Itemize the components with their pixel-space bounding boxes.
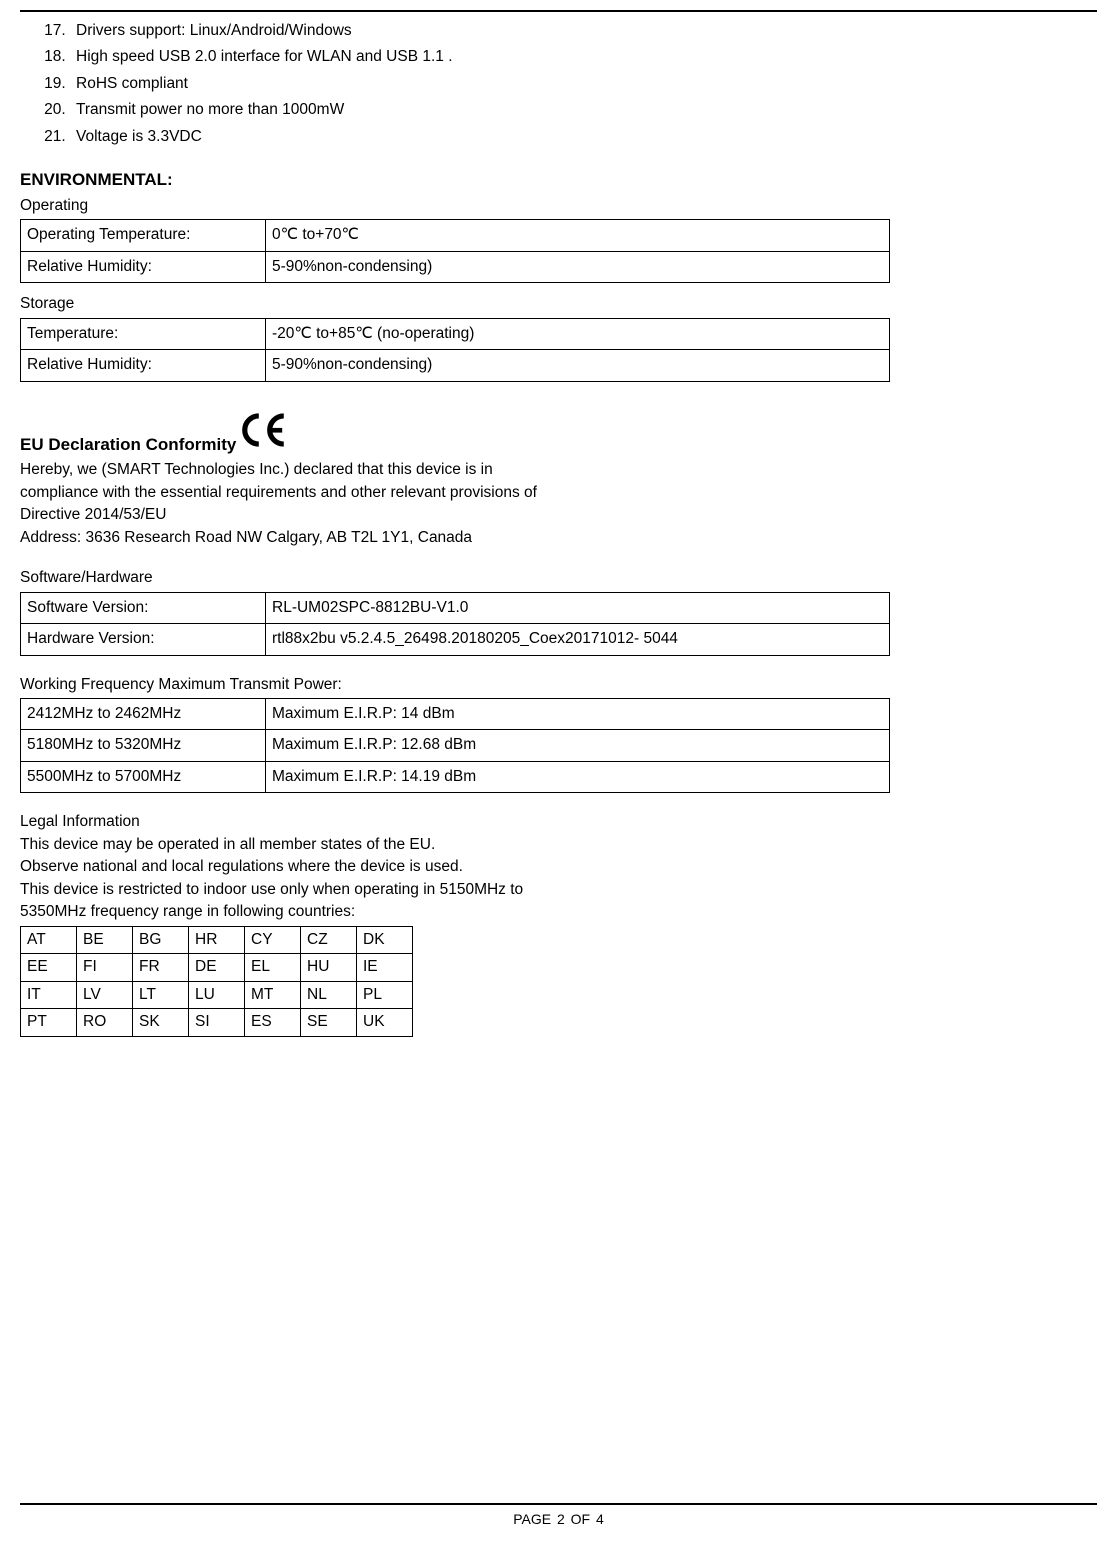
country-cell: IT: [21, 981, 77, 1008]
eu-heading-row: EU Declaration Conformity: [20, 410, 1097, 457]
feature-list: Drivers support: Linux/Android/WindowsHi…: [20, 18, 1097, 150]
country-cell: EE: [21, 954, 77, 981]
table-value: rtl88x2bu v5.2.4.5_26498.20180205_Coex20…: [266, 624, 890, 655]
country-cell: LT: [133, 981, 189, 1008]
text-line: 5350MHz frequency range in following cou…: [20, 901, 1097, 923]
text-line: Address: 3636 Research Road NW Calgary, …: [20, 527, 1097, 549]
table-value: Maximum E.I.R.P: 12.68 dBm: [266, 730, 890, 761]
country-cell: NL: [301, 981, 357, 1008]
table-value: Maximum E.I.R.P: 14 dBm: [266, 699, 890, 730]
country-cell: DK: [357, 926, 413, 953]
table-value: -20℃ to+85℃ (no-operating): [266, 318, 890, 349]
table-key: Relative Humidity:: [21, 350, 266, 381]
country-cell: BE: [77, 926, 133, 953]
country-cell: EL: [245, 954, 301, 981]
feature-list-item: RoHS compliant: [70, 71, 1097, 97]
storage-label: Storage: [20, 293, 1097, 315]
text-line: This device may be operated in all membe…: [20, 834, 1097, 856]
table-row: 5180MHz to 5320MHzMaximum E.I.R.P: 12.68…: [21, 730, 890, 761]
frequency-label: Working Frequency Maximum Transmit Power…: [20, 674, 1097, 696]
software-hardware-table: Software Version:RL-UM02SPC-8812BU-V1.0H…: [20, 592, 890, 656]
country-cell: SK: [133, 1009, 189, 1036]
legal-heading: Legal Information: [20, 811, 1097, 833]
table-row: ITLVLTLUMTNLPL: [21, 981, 413, 1008]
country-cell: DE: [189, 954, 245, 981]
software-hardware-label: Software/Hardware: [20, 567, 1097, 589]
country-cell: LU: [189, 981, 245, 1008]
country-cell: SI: [189, 1009, 245, 1036]
table-row: Operating Temperature:0℃ to+70℃: [21, 220, 890, 251]
country-cell: UK: [357, 1009, 413, 1036]
eu-paragraph: Hereby, we (SMART Technologies Inc.) dec…: [20, 459, 1097, 549]
table-value: 5-90%non-condensing): [266, 251, 890, 282]
country-cell: HU: [301, 954, 357, 981]
text-line: Hereby, we (SMART Technologies Inc.) dec…: [20, 459, 1097, 481]
text-line: compliance with the essential requiremen…: [20, 482, 1097, 504]
countries-table: ATBEBGHRCYCZDKEEFIFRDEELHUIEITLVLTLUMTNL…: [20, 926, 413, 1037]
table-row: 5500MHz to 5700MHzMaximum E.I.R.P: 14.19…: [21, 761, 890, 792]
feature-list-item: Transmit power no more than 1000mW: [70, 97, 1097, 123]
table-row: ATBEBGHRCYCZDK: [21, 926, 413, 953]
table-row: Relative Humidity:5-90%non-condensing): [21, 350, 890, 381]
country-cell: BG: [133, 926, 189, 953]
table-key: 5180MHz to 5320MHz: [21, 730, 266, 761]
country-cell: SE: [301, 1009, 357, 1036]
table-value: 5-90%non-condensing): [266, 350, 890, 381]
country-cell: CY: [245, 926, 301, 953]
table-value: RL-UM02SPC-8812BU-V1.0: [266, 592, 890, 623]
table-row: EEFIFRDEELHUIE: [21, 954, 413, 981]
country-cell: FI: [77, 954, 133, 981]
table-key: Software Version:: [21, 592, 266, 623]
country-cell: AT: [21, 926, 77, 953]
table-row: Relative Humidity:5-90%non-condensing): [21, 251, 890, 282]
page-footer: PAGE 2 OF 4: [0, 1509, 1117, 1529]
table-key: Hardware Version:: [21, 624, 266, 655]
country-cell: LV: [77, 981, 133, 1008]
environmental-heading: ENVIRONMENTAL:: [20, 168, 1097, 193]
table-row: PTROSKSIESSEUK: [21, 1009, 413, 1036]
storage-table: Temperature:-20℃ to+85℃ (no-operating)Re…: [20, 318, 890, 382]
country-cell: HR: [189, 926, 245, 953]
table-key: 5500MHz to 5700MHz: [21, 761, 266, 792]
text-line: Observe national and local regulations w…: [20, 856, 1097, 878]
eu-heading: EU Declaration Conformity: [20, 433, 236, 458]
operating-label: Operating: [20, 195, 1097, 217]
country-cell: IE: [357, 954, 413, 981]
text-line: This device is restricted to indoor use …: [20, 879, 1097, 901]
footer-rule: [20, 1503, 1097, 1505]
table-row: Hardware Version:rtl88x2bu v5.2.4.5_2649…: [21, 624, 890, 655]
country-cell: CZ: [301, 926, 357, 953]
feature-list-item: Voltage is 3.3VDC: [70, 124, 1097, 150]
table-row: 2412MHz to 2462MHzMaximum E.I.R.P: 14 dB…: [21, 699, 890, 730]
top-rule: [20, 10, 1097, 12]
table-value: Maximum E.I.R.P: 14.19 dBm: [266, 761, 890, 792]
table-value: 0℃ to+70℃: [266, 220, 890, 251]
country-cell: ES: [245, 1009, 301, 1036]
frequency-table: 2412MHz to 2462MHzMaximum E.I.R.P: 14 dB…: [20, 698, 890, 793]
feature-list-item: Drivers support: Linux/Android/Windows: [70, 18, 1097, 44]
table-key: 2412MHz to 2462MHz: [21, 699, 266, 730]
feature-list-item: High speed USB 2.0 interface for WLAN an…: [70, 44, 1097, 70]
table-key: Operating Temperature:: [21, 220, 266, 251]
country-cell: PL: [357, 981, 413, 1008]
table-key: Relative Humidity:: [21, 251, 266, 282]
ce-mark-icon: [238, 410, 290, 457]
table-row: Temperature:-20℃ to+85℃ (no-operating): [21, 318, 890, 349]
country-cell: MT: [245, 981, 301, 1008]
country-cell: RO: [77, 1009, 133, 1036]
country-cell: FR: [133, 954, 189, 981]
table-row: Software Version:RL-UM02SPC-8812BU-V1.0: [21, 592, 890, 623]
legal-paragraph: This device may be operated in all membe…: [20, 834, 1097, 924]
table-key: Temperature:: [21, 318, 266, 349]
text-line: Directive 2014/53/EU: [20, 504, 1097, 526]
operating-table: Operating Temperature:0℃ to+70℃Relative …: [20, 219, 890, 283]
country-cell: PT: [21, 1009, 77, 1036]
